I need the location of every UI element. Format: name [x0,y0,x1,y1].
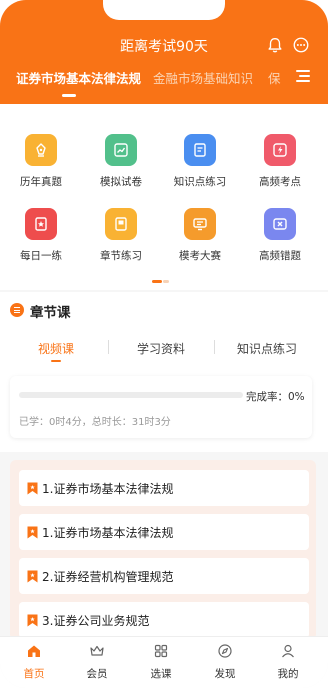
home-icon [28,645,40,657]
device-notch [103,0,225,20]
grid-item-frequent-errors[interactable]: 高频错题 [245,208,315,263]
completion-rate: 完成率：0% [246,391,305,403]
list-item-label: 1.证券市场基本法律法规 [42,482,174,496]
crown-icon [90,645,104,656]
book-icon [105,208,137,240]
user-icon [282,644,294,658]
nav-label: 选课 [150,668,172,680]
star-bookmark-icon [25,208,57,240]
tab-knowledge-practice[interactable]: 知识点练习 [237,340,297,357]
nav-profile[interactable]: 我的 [263,643,313,681]
nav-label: 发现 [214,668,236,680]
tab-securities-law[interactable]: 证券市场基本法律法规 [16,68,141,87]
bookmark-icon [27,482,38,495]
grid-label: 模考大赛 [179,250,221,262]
tab-video-course[interactable]: 视频课 [38,340,74,357]
bottom-nav: 首页 会员 选课 发现 我的 [0,636,328,688]
nav-label: 首页 [23,668,45,680]
section-title: 章节课 [30,305,71,321]
grid-label: 知识点练习 [173,176,227,188]
chapter-list: 1.证券市场基本法律法规 1.证券市场基本法律法规 2.证券经营机构管理规范 3… [10,460,316,640]
error-x-icon [264,208,296,240]
pen-nib-icon [25,134,57,166]
list-item[interactable]: 1.证券市场基本法律法规 [19,514,309,550]
learned-time: 已学：0时4分，总时长：31时3分 [19,417,171,428]
nav-membership[interactable]: 会员 [72,643,122,681]
list-item[interactable]: 1.证券市场基本法律法规 [19,470,309,506]
active-tab-indicator [51,360,61,362]
subject-tabs: 证券市场基本法律法规 金融市场基础知识 保 [0,68,328,90]
grid-label: 模拟试卷 [100,176,142,188]
menu-icon[interactable] [296,70,310,82]
progress-bar [19,392,243,398]
list-item[interactable]: 2.证券经营机构管理规范 [19,558,309,594]
app-screen: 距离考试90天 证券市场基本法律法规 金融市场基础知识 保 历年真题 模拟试卷 … [0,0,328,688]
more-options-icon[interactable] [292,36,310,54]
nav-home[interactable]: 首页 [9,643,59,681]
nav-label: 会员 [86,668,108,680]
bell-icon[interactable] [266,36,284,54]
grid-icon [154,644,168,658]
monitor-icon [184,208,216,240]
feature-grid: 历年真题 模拟试卷 知识点练习 高频考点 每日一练 章节练习 模考大赛 高频错题 [0,104,328,290]
grid-label: 每日一练 [20,250,62,262]
chapter-section: 章节课 视频课 学习资料 知识点练习 完成率：0% 已学：0时4分，总时长：31… [0,292,328,452]
grid-item-daily-practice[interactable]: 每日一练 [6,208,76,263]
trend-chart-icon [105,134,137,166]
header: 距离考试90天 证券市场基本法律法规 金融市场基础知识 保 [0,0,328,104]
grid-label: 历年真题 [20,176,62,188]
list-item[interactable]: 3.证券公司业务规范 [19,602,309,638]
list-item-label: 3.证券公司业务规范 [42,614,150,628]
grid-item-knowledge-practice[interactable]: 知识点练习 [165,134,235,189]
document-edit-icon [184,134,216,166]
nav-course-select[interactable]: 选课 [136,643,186,681]
compass-icon [218,644,232,658]
progress-card: 完成率：0% 已学：0时4分，总时长：31时3分 [10,376,312,438]
grid-item-mock-contest[interactable]: 模考大赛 [165,208,235,263]
nav-label: 我的 [277,668,299,680]
page-indicator [152,280,169,283]
tab-study-materials[interactable]: 学习资料 [137,340,185,357]
grid-item-chapter-practice[interactable]: 章节练习 [86,208,156,263]
tab-divider [214,340,215,354]
list-item-label: 1.证券市场基本法律法规 [42,526,174,540]
grid-label: 章节练习 [100,250,142,262]
bookmark-icon [27,614,38,627]
tab-divider [108,340,109,354]
bookmark-icon [27,570,38,583]
grid-label: 高频考点 [259,176,301,188]
grid-item-hot-topics[interactable]: 高频考点 [245,134,315,189]
grid-item-mock-papers[interactable]: 模拟试卷 [86,134,156,189]
tab-financial-market[interactable]: 金融市场基础知识 [153,68,253,87]
page-dot-active [152,280,162,283]
lightning-icon [264,134,296,166]
list-item-label: 2.证券经营机构管理规范 [42,570,174,584]
tab-insurance-partial[interactable]: 保 [268,68,281,87]
page-dot [163,280,169,283]
bookmark-icon [27,526,38,539]
list-icon [10,303,24,317]
nav-discover[interactable]: 发现 [200,643,250,681]
active-tab-indicator [62,94,76,97]
grid-item-past-exams[interactable]: 历年真题 [6,134,76,189]
grid-label: 高频错题 [259,250,301,262]
